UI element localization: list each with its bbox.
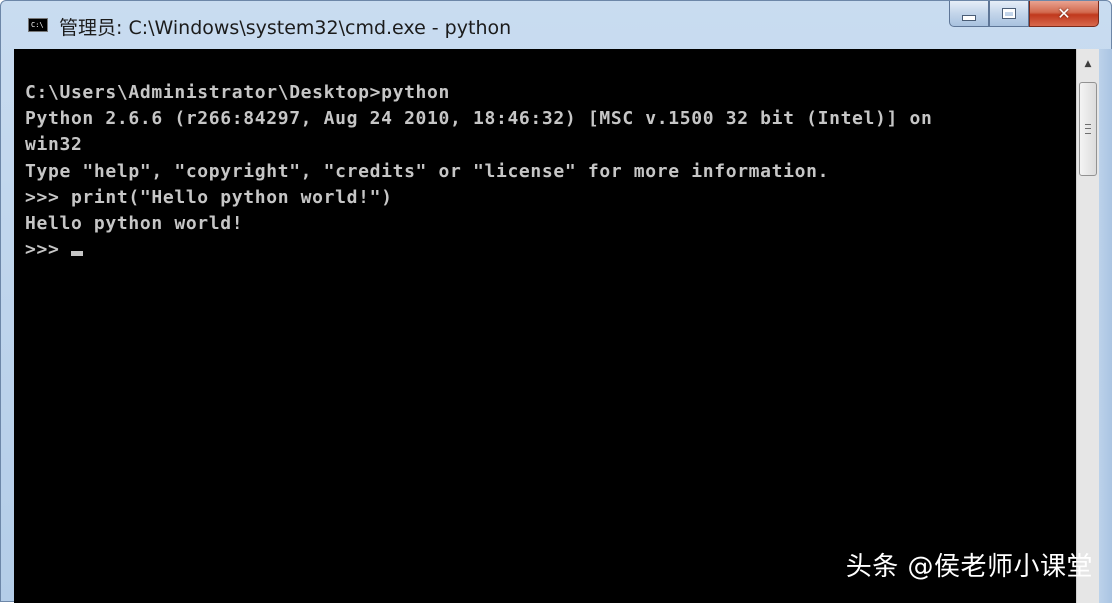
console-line: C:\Users\Administrator\Desktop>python — [25, 82, 451, 103]
minimize-button[interactable] — [949, 1, 989, 27]
close-button[interactable]: ✕ — [1029, 1, 1099, 27]
console-prompt: >>> — [25, 239, 71, 261]
maximize-button[interactable] — [989, 1, 1029, 27]
watermark: 头条 @侯老师小课堂 — [845, 552, 1093, 582]
cmd-window: C:\ 管理员: C:\Windows\system32\cmd.exe - p… — [0, 0, 1112, 603]
console-line: >>> print("Hello python world!") — [25, 186, 393, 208]
console-line: win32 — [25, 134, 83, 156]
text-cursor — [70, 251, 83, 257]
console-line: Hello python world! — [25, 212, 244, 234]
console-output[interactable]: C:\Users\Administrator\Desktop>python Py… — [14, 49, 1076, 603]
close-icon: ✕ — [1057, 4, 1071, 23]
maximize-icon — [1002, 8, 1016, 19]
window-frame-right — [1099, 49, 1112, 603]
title-bar[interactable]: C:\ 管理员: C:\Windows\system32\cmd.exe - p… — [1, 1, 1111, 49]
minimize-icon — [962, 14, 976, 21]
chevron-up-icon: ▲ — [1084, 59, 1092, 69]
scroll-up-button[interactable]: ▲ — [1077, 49, 1099, 79]
console-line: Python 2.6.6 (r266:84297, Aug 24 2010, 1… — [25, 108, 933, 130]
grip-icon — [1085, 124, 1091, 134]
cmd-icon[interactable]: C:\ — [28, 18, 48, 32]
vertical-scrollbar[interactable]: ▲ — [1076, 49, 1099, 603]
console-input-line[interactable]: >>> — [25, 237, 1076, 263]
console-line: Type "help", "copyright", "credits" or "… — [25, 160, 830, 182]
window-controls: ✕ — [949, 1, 1099, 29]
scroll-thumb[interactable] — [1079, 82, 1097, 176]
window-title: 管理员: C:\Windows\system32\cmd.exe - pytho… — [59, 17, 512, 39]
